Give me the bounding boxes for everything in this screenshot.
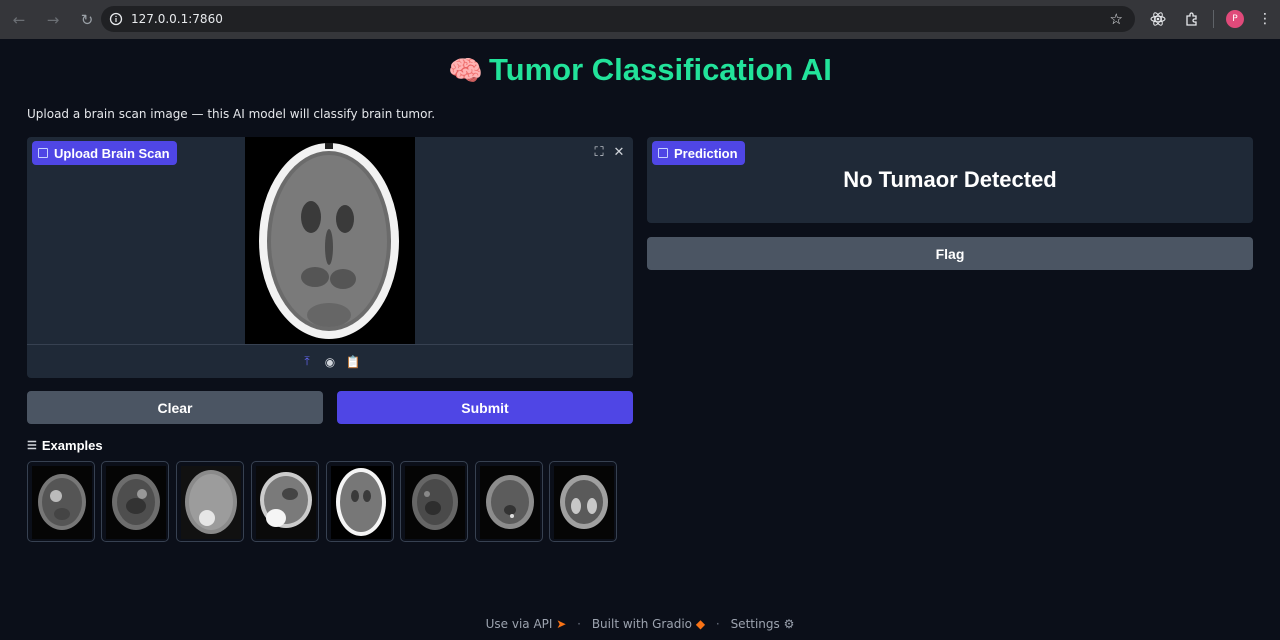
example-thumbnail-1[interactable] [27, 461, 95, 542]
gear-icon: ⚙ [783, 617, 795, 631]
forward-icon[interactable]: → [38, 5, 68, 35]
example-thumbnail-5[interactable] [326, 461, 394, 542]
clear-button[interactable]: Clear [27, 391, 323, 424]
clipboard-icon[interactable]: 📋 [346, 354, 361, 369]
image-icon [38, 148, 48, 158]
menu-kebab-icon[interactable]: ⋮ [1252, 6, 1278, 32]
upload-icon[interactable]: ⤒ [300, 354, 315, 369]
built-with-gradio-link[interactable]: Built with Gradio ◆ [592, 617, 705, 631]
submit-button[interactable]: Submit [337, 391, 633, 424]
site-info-icon[interactable] [103, 6, 129, 32]
footer: Use via API ➤ · Built with Gradio ◆ · Se… [0, 617, 1280, 631]
extensions-puzzle-icon[interactable] [1179, 6, 1205, 32]
back-icon[interactable]: ← [4, 5, 34, 35]
page-title: 🧠 Tumor Classification AI [0, 52, 1280, 88]
browser-toolbar: ← → ↻ 127.0.0.1:7860 ☆ P ⋮ [0, 0, 1280, 39]
flag-button[interactable]: Flag [647, 237, 1253, 270]
toolbar-divider [1213, 10, 1214, 28]
use-api-text[interactable]: Use via API [486, 617, 553, 631]
example-thumbnail-2[interactable] [101, 461, 169, 542]
uploaded-brain-scan-image [245, 137, 415, 344]
gradio-logo-icon: ◆ [695, 617, 706, 631]
example-thumbnail-7[interactable] [475, 461, 543, 542]
url-text[interactable]: 127.0.0.1:7860 [131, 12, 223, 26]
prediction-label-text: Prediction [674, 145, 738, 161]
examples-label-text: Examples [41, 438, 103, 453]
example-thumbnail-3[interactable] [176, 461, 244, 542]
use-api-link[interactable]: Use via API ➤ [486, 617, 567, 631]
upload-label-text: Upload Brain Scan [54, 145, 170, 161]
prediction-label-badge: Prediction [652, 141, 745, 165]
profile-avatar[interactable]: P [1226, 10, 1244, 28]
fullscreen-icon[interactable]: ⛶ [590, 143, 608, 161]
prediction-result: No Tumaor Detected [843, 167, 1057, 192]
react-devtools-icon[interactable] [1145, 6, 1171, 32]
webcam-icon[interactable]: ◉ [323, 354, 338, 369]
close-icon[interactable]: ✕ [610, 143, 628, 161]
example-thumbnail-4[interactable] [251, 461, 319, 542]
image-upload-panel[interactable]: Upload Brain Scan ⛶ ✕ ⤒ ◉ 📋 [27, 137, 633, 378]
address-bar[interactable]: 127.0.0.1:7860 ☆ [101, 6, 1135, 32]
page-title-text: Tumor Classification AI [489, 52, 832, 87]
upload-label-badge: Upload Brain Scan [32, 141, 177, 165]
settings-text[interactable]: Settings [731, 617, 780, 631]
brain-icon: 🧠 [448, 55, 484, 86]
examples-heading: ☰ Examples [27, 438, 103, 453]
upload-source-toolbar: ⤒ ◉ 📋 [27, 344, 633, 378]
page-description: Upload a brain scan image — this AI mode… [27, 107, 436, 121]
rocket-icon: ➤ [556, 617, 567, 631]
settings-link[interactable]: Settings ⚙ [731, 617, 795, 631]
footer-separator: · [577, 617, 581, 631]
footer-separator: · [715, 617, 720, 631]
list-icon: ☰ [27, 440, 37, 452]
example-thumbnail-6[interactable] [400, 461, 468, 542]
bookmark-star-icon[interactable]: ☆ [1110, 10, 1123, 28]
reload-icon[interactable]: ↻ [72, 5, 102, 35]
built-with-text[interactable]: Built with Gradio [592, 617, 692, 631]
prediction-output-panel: Prediction No Tumaor Detected [647, 137, 1253, 223]
bar-chart-icon [658, 148, 668, 158]
example-thumbnail-8[interactable] [549, 461, 617, 542]
